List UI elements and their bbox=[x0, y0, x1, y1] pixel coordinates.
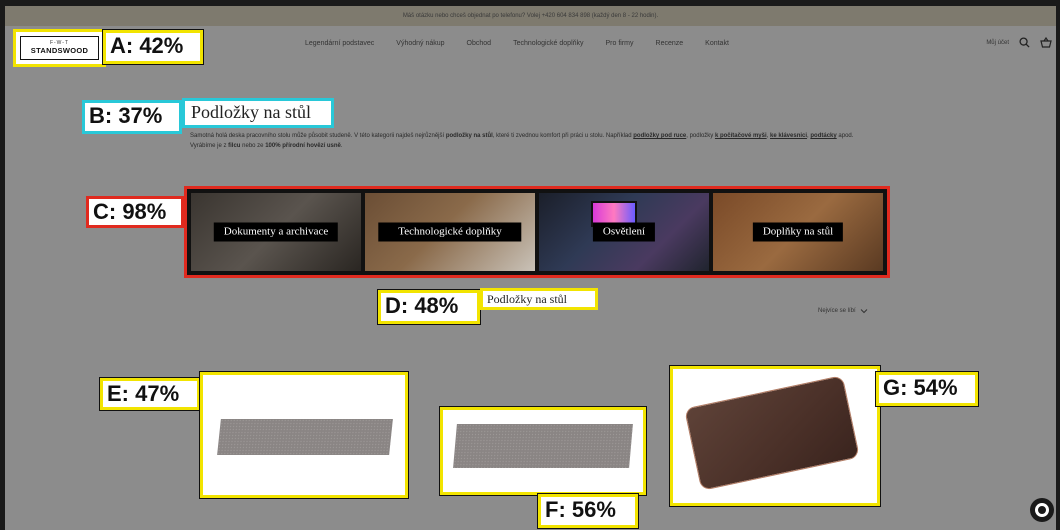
logo-frame: F-W-T STANDSWOOD bbox=[20, 36, 99, 60]
category-tile-dokumenty[interactable]: Dokumenty a archivace bbox=[191, 193, 361, 271]
nav-item-recenze[interactable]: Recenze bbox=[656, 40, 684, 47]
category-tiles: Dokumenty a archivace Technologické dopl… bbox=[184, 186, 890, 278]
link-podlozky-pod-ruce[interactable]: podložky pod ruce bbox=[633, 133, 686, 139]
product-image bbox=[453, 424, 633, 468]
product-image bbox=[684, 375, 860, 491]
desc-text-1: Samotná holá deska pracovního stolu může… bbox=[190, 133, 445, 139]
category-tile-doplnky[interactable]: Doplňky na stůl bbox=[713, 193, 883, 271]
window-frame-left bbox=[0, 0, 5, 530]
announcement-bar: Máš otázku nebo chceš objednat po telefo… bbox=[5, 6, 1056, 26]
category-tile-osvetleni[interactable]: Osvětlení bbox=[539, 193, 709, 271]
account-link[interactable]: Můj účet bbox=[986, 40, 1009, 46]
annotation-label-g: G: 54% bbox=[875, 371, 979, 407]
desc-text-7: nebo ze bbox=[242, 143, 264, 149]
link-k-pocitacove-mysi[interactable]: k počítačové myši bbox=[715, 133, 767, 139]
window-frame-right bbox=[1056, 0, 1060, 530]
nav-item-legendarni-podstavec[interactable]: Legendární podstavec bbox=[305, 40, 374, 47]
logo-text: STANDSWOOD bbox=[30, 46, 89, 55]
sort-label: Nejvíce se líbí bbox=[818, 308, 856, 314]
category-label: Technologické doplňky bbox=[378, 222, 522, 242]
annotation-label-f: F: 56% bbox=[537, 493, 639, 529]
chat-button[interactable] bbox=[1030, 498, 1054, 522]
category-label: Doplňky na stůl bbox=[752, 222, 844, 242]
nav-item-pro-firmy[interactable]: Pro firmy bbox=[606, 40, 634, 47]
site-logo[interactable]: F-W-T STANDSWOOD bbox=[13, 29, 106, 67]
section-title: Podložky na stůl bbox=[480, 288, 598, 310]
desc-bold-podlozky: podložky na stůl bbox=[445, 133, 493, 139]
category-label: Dokumenty a archivace bbox=[213, 222, 339, 242]
desc-bold-hovezi-usne: 100% přírodní hovězí usně bbox=[265, 143, 341, 149]
link-podtacky[interactable]: podtácky bbox=[810, 133, 836, 139]
category-label: Osvětlení bbox=[592, 222, 656, 242]
desc-bold-filcu: filcu bbox=[228, 143, 241, 149]
search-icon[interactable] bbox=[1019, 37, 1030, 48]
product-card-leather[interactable] bbox=[669, 365, 881, 507]
annotation-label-b: B: 37% bbox=[82, 100, 182, 134]
nav-item-technologicke-doplnky[interactable]: Technologické doplňky bbox=[513, 40, 583, 47]
category-tile-technologicke[interactable]: Technologické doplňky bbox=[365, 193, 535, 271]
desc-text-2: , které ti zvednou komfort při práci u s… bbox=[492, 133, 632, 139]
annotation-label-e: E: 47% bbox=[99, 377, 201, 411]
nav-item-vyhodny-nakup[interactable]: Výhodný nákup bbox=[396, 40, 444, 47]
nav-item-kontakt[interactable]: Kontakt bbox=[705, 40, 729, 47]
header-actions: Můj účet bbox=[986, 37, 1052, 48]
cart-icon[interactable] bbox=[1040, 37, 1052, 48]
chat-icon bbox=[1035, 503, 1049, 517]
product-card-felt-large[interactable] bbox=[199, 371, 409, 499]
annotation-label-a: A: 42% bbox=[102, 29, 204, 65]
desc-text-5: , bbox=[807, 133, 809, 139]
desc-text-4: , bbox=[766, 133, 769, 139]
desc-text-3: , podložky bbox=[686, 133, 714, 139]
annotation-label-c: C: 98% bbox=[86, 196, 184, 228]
chevron-down-icon bbox=[860, 309, 868, 314]
desc-text-8: . bbox=[340, 143, 343, 149]
main-nav: Legendární podstavec Výhodný nákup Obcho… bbox=[305, 40, 751, 47]
page-title: Podložky na stůl bbox=[182, 98, 334, 128]
category-description: Samotná holá deska pracovního stolu může… bbox=[190, 131, 880, 151]
link-ke-klavesnici[interactable]: ke klávesnici bbox=[770, 133, 807, 139]
product-image bbox=[217, 419, 393, 455]
nav-item-obchod[interactable]: Obchod bbox=[467, 40, 492, 47]
sort-dropdown[interactable]: Nejvíce se líbí bbox=[818, 308, 868, 314]
annotation-label-d: D: 48% bbox=[377, 289, 481, 325]
product-card-felt-small[interactable] bbox=[439, 406, 647, 496]
